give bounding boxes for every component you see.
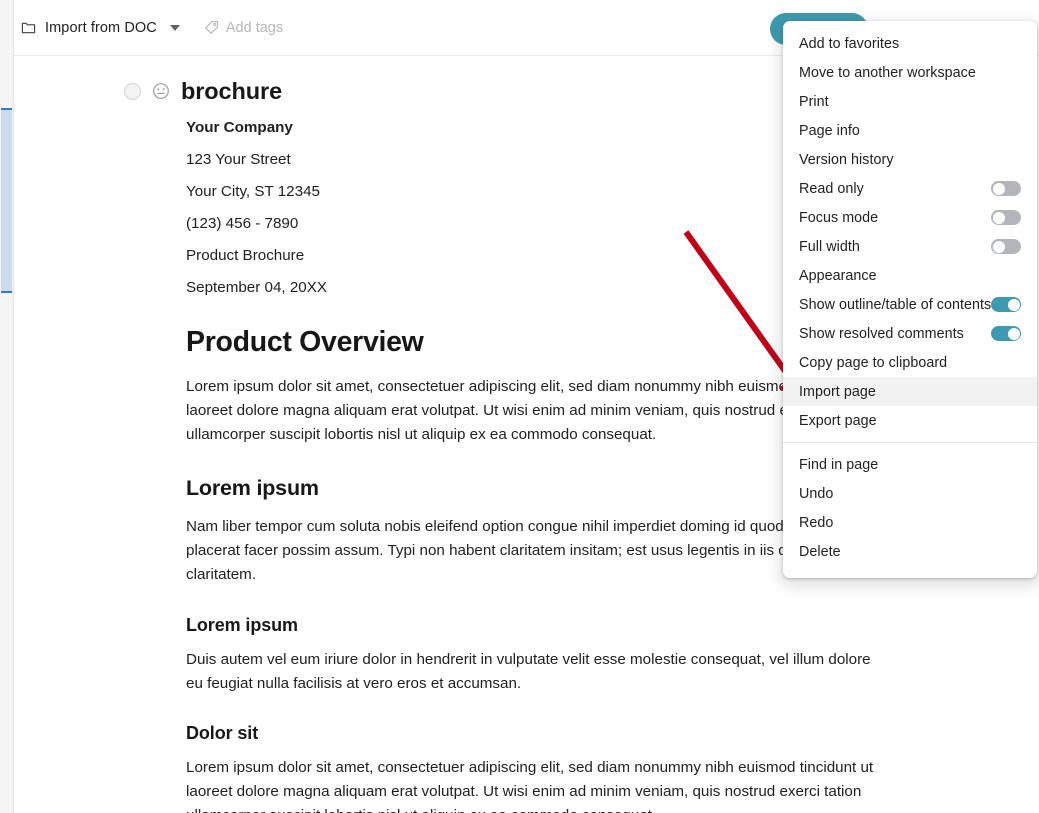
menu-item-label: Copy page to clipboard xyxy=(799,354,948,371)
address-line: September 04, 20XX xyxy=(186,279,327,296)
menu-item-label: Add to favorites xyxy=(799,35,900,52)
menu-item-undo[interactable]: Undo xyxy=(783,479,1037,508)
menu-item-label: Focus mode xyxy=(799,209,879,226)
menu-item-delete[interactable]: Delete xyxy=(783,537,1037,566)
section-paragraph: Nam liber tempor cum soluta nobis eleife… xyxy=(186,518,878,583)
menu-item-copy-page-to-clipboard[interactable]: Copy page to clipboard xyxy=(783,348,1037,377)
full-width-toggle[interactable] xyxy=(991,239,1021,254)
page-context-menu: Add to favorites Move to another workspa… xyxy=(783,21,1037,578)
menu-item-focus-mode[interactable]: Focus mode xyxy=(783,203,1037,232)
menu-item-version-history[interactable]: Version history xyxy=(783,145,1037,174)
menu-item-import-page[interactable]: Import page xyxy=(783,377,1037,406)
scrollbar-thumb[interactable] xyxy=(1,108,12,293)
section-paragraph: Lorem ipsum dolor sit amet, consectetuer… xyxy=(186,759,874,813)
menu-item-find-in-page[interactable]: Find in page xyxy=(783,450,1037,479)
menu-item-redo[interactable]: Redo xyxy=(783,508,1037,537)
menu-separator xyxy=(783,442,1037,443)
menu-item-full-width[interactable]: Full width xyxy=(783,232,1037,261)
toggle-knob xyxy=(1007,327,1020,340)
section-heading: Lorem ipsum xyxy=(186,614,298,635)
section-heading: Lorem ipsum xyxy=(186,476,319,501)
toggle-knob xyxy=(992,211,1005,224)
chevron-down-icon[interactable] xyxy=(169,24,180,31)
menu-item-label: Page info xyxy=(799,122,860,139)
menu-item-label: Import page xyxy=(799,383,876,400)
menu-item-label: Find in page xyxy=(799,456,879,473)
menu-item-label: Show resolved comments xyxy=(799,325,964,342)
menu-item-label: Print xyxy=(799,93,829,110)
menu-item-label: Delete xyxy=(799,543,841,560)
show-outline-toggle[interactable] xyxy=(991,297,1022,312)
menu-item-move-to-another-workspace[interactable]: Move to another workspace xyxy=(783,58,1037,87)
tag-icon xyxy=(204,20,219,35)
menu-item-appearance[interactable]: Appearance xyxy=(783,261,1037,290)
section-heading: Dolor sit xyxy=(186,723,259,744)
toggle-knob xyxy=(1007,298,1020,311)
menu-item-label: Appearance xyxy=(799,267,877,284)
menu-item-page-info[interactable]: Page info xyxy=(783,116,1037,145)
section-paragraph: Lorem ipsum dolor sit amet, consectetuer… xyxy=(186,378,874,443)
smiley-face-icon[interactable] xyxy=(152,82,170,100)
folder-icon xyxy=(21,20,36,35)
left-scrollbar[interactable] xyxy=(0,0,14,813)
menu-item-label: Export page xyxy=(799,412,877,429)
add-tags-label: Add tags xyxy=(225,19,284,36)
menu-item-export-page[interactable]: Export page xyxy=(783,406,1037,435)
menu-item-label: Undo xyxy=(799,485,834,502)
section-heading: Product Overview xyxy=(186,326,424,358)
add-tags-button[interactable]: Add tags xyxy=(204,20,283,36)
menu-item-add-to-favorites[interactable]: Add to favorites xyxy=(783,29,1037,58)
page-title: brochure xyxy=(181,77,283,104)
breadcrumb-workspace[interactable]: Import from DOC xyxy=(21,20,180,36)
show-resolved-comments-toggle[interactable] xyxy=(991,326,1021,341)
focus-mode-toggle[interactable] xyxy=(991,210,1021,225)
menu-item-label: Read only xyxy=(799,180,864,197)
menu-item-label: Move to another workspace xyxy=(799,64,976,81)
menu-item-show-outline[interactable]: Show outline/table of contents xyxy=(783,290,1037,319)
address-line: 123 Your Street xyxy=(186,151,291,168)
toggle-knob xyxy=(992,240,1005,253)
status-circle-icon[interactable] xyxy=(124,82,141,100)
address-line: Your Company xyxy=(186,119,293,136)
menu-item-label: Version history xyxy=(799,151,894,168)
address-line: Your City, ST 12345 xyxy=(186,183,320,200)
menu-item-label: Full width xyxy=(799,238,860,255)
section-paragraph: Duis autem vel eum iriure dolor in hendr… xyxy=(186,650,871,692)
read-only-toggle[interactable] xyxy=(991,181,1021,196)
address-line: (123) 456 - 7890 xyxy=(186,215,299,232)
menu-item-label: Redo xyxy=(799,514,834,531)
menu-item-read-only[interactable]: Read only xyxy=(783,174,1037,203)
menu-item-print[interactable]: Print xyxy=(783,87,1037,116)
menu-item-label: Show outline/table of contents xyxy=(799,296,992,313)
breadcrumb-label: Import from DOC xyxy=(45,19,157,36)
toggle-knob xyxy=(992,182,1005,195)
app-window: Import from DOC Add tags brochure Your C… xyxy=(0,0,1039,813)
address-line: Product Brochure xyxy=(186,247,305,264)
menu-item-show-resolved-comments[interactable]: Show resolved comments xyxy=(783,319,1037,348)
